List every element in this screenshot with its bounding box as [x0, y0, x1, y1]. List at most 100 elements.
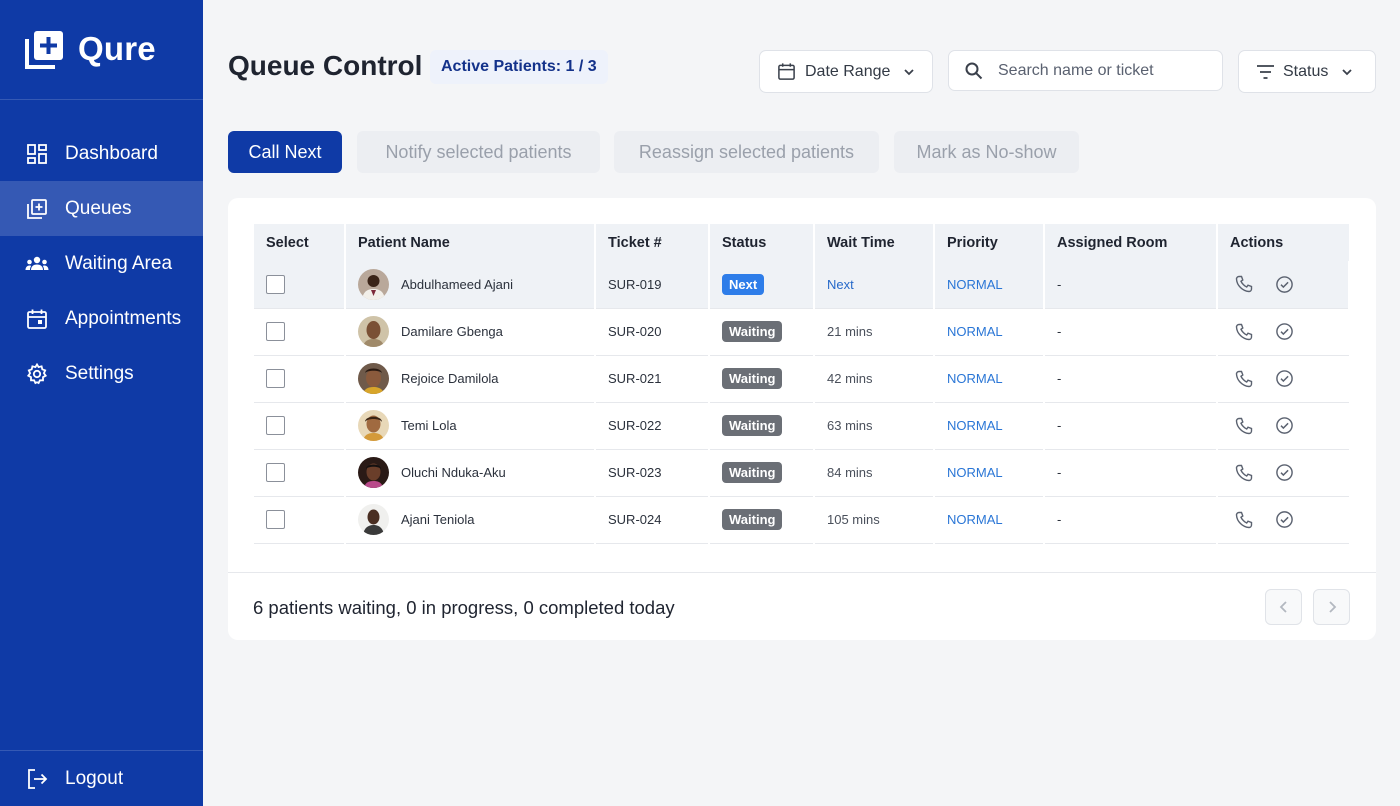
- avatar: [358, 504, 389, 535]
- sidebar: Qure Dashboard Queues Waiting Area Appoi…: [0, 0, 203, 806]
- row-checkbox[interactable]: [266, 416, 285, 435]
- check-circle-icon[interactable]: [1270, 506, 1298, 534]
- patient-name: Damilare Gbenga: [401, 324, 503, 339]
- avatar: [358, 363, 389, 394]
- table-row[interactable]: Damilare Gbenga SUR-020 Waiting 21 mins …: [254, 308, 1349, 355]
- column-header: Patient Name: [345, 224, 596, 261]
- sidebar-item-settings[interactable]: Settings: [0, 346, 203, 401]
- status-filter-label: Status: [1283, 62, 1329, 80]
- ticket-number: SUR-023: [595, 449, 710, 496]
- table-row[interactable]: Rejoice Damilola SUR-021 Waiting 42 mins…: [254, 355, 1349, 402]
- notify-selected-button[interactable]: Notify selected patients: [357, 131, 600, 173]
- table-row[interactable]: Ajani Teniola SUR-024 Waiting 105 mins N…: [254, 496, 1349, 543]
- ticket-number: SUR-024: [595, 496, 710, 543]
- wait-time: Next: [814, 261, 935, 308]
- check-circle-icon[interactable]: [1270, 365, 1298, 393]
- filter-icon: [1257, 64, 1274, 79]
- date-range-dropdown[interactable]: Date Range: [759, 50, 933, 93]
- sidebar-item-queues[interactable]: Queues: [0, 181, 203, 236]
- sidebar-item-appointments[interactable]: Appointments: [0, 291, 203, 346]
- sidebar-nav: Dashboard Queues Waiting Area Appointmen…: [0, 126, 203, 401]
- people-icon: [25, 252, 49, 276]
- page-title: Queue Control: [228, 50, 423, 81]
- check-circle-icon[interactable]: [1270, 270, 1298, 298]
- row-checkbox[interactable]: [266, 510, 285, 529]
- sidebar-item-waiting-area[interactable]: Waiting Area: [0, 236, 203, 291]
- prev-page-button[interactable]: [1265, 589, 1302, 625]
- chevron-left-icon: [1279, 601, 1287, 613]
- patient-name: Oluchi Nduka-Aku: [401, 465, 506, 480]
- column-header: Ticket #: [595, 224, 710, 261]
- chevron-right-icon: [1328, 601, 1336, 613]
- queue-plus-icon: [25, 31, 63, 69]
- sidebar-item-label: Appointments: [65, 307, 182, 329]
- patient-name: Abdulhameed Ajani: [401, 276, 514, 292]
- check-circle-icon[interactable]: [1270, 412, 1298, 440]
- row-checkbox[interactable]: [266, 274, 285, 294]
- table-row[interactable]: Temi Lola SUR-022 Waiting 63 mins NORMAL…: [254, 402, 1349, 449]
- assigned-room: -: [1044, 449, 1218, 496]
- patient-name: Temi Lola: [401, 418, 457, 433]
- call-next-button[interactable]: Call Next: [228, 131, 342, 173]
- phone-icon[interactable]: [1230, 270, 1258, 298]
- phone-icon[interactable]: [1230, 365, 1258, 393]
- priority: NORMAL: [934, 308, 1045, 355]
- logout-button[interactable]: Logout: [0, 750, 203, 806]
- status-badge: Waiting: [722, 509, 783, 530]
- row-checkbox[interactable]: [266, 463, 285, 482]
- phone-icon[interactable]: [1230, 506, 1258, 534]
- wait-time: 84 mins: [814, 449, 935, 496]
- phone-icon[interactable]: [1230, 318, 1258, 346]
- avatar: [358, 457, 389, 488]
- table-footer: 6 patients waiting, 0 in progress, 0 com…: [228, 572, 1376, 640]
- wait-time: 42 mins: [814, 355, 935, 402]
- table-row[interactable]: Oluchi Nduka-Aku SUR-023 Waiting 84 mins…: [254, 449, 1349, 496]
- sidebar-item-label: Settings: [65, 362, 134, 384]
- column-header: Select: [254, 224, 346, 261]
- search-input[interactable]: [998, 61, 1198, 80]
- ticket-number: SUR-022: [595, 402, 710, 449]
- patient-name: Ajani Teniola: [401, 512, 475, 527]
- status-badge: Waiting: [722, 321, 783, 342]
- row-checkbox[interactable]: [266, 369, 285, 388]
- column-header: Priority: [934, 224, 1045, 261]
- patient-name: Rejoice Damilola: [401, 371, 499, 386]
- queue-icon: [25, 197, 49, 221]
- reassign-selected-button[interactable]: Reassign selected patients: [614, 131, 879, 173]
- assigned-room: -: [1044, 402, 1218, 449]
- gear-icon: [25, 362, 49, 386]
- wait-time: 105 mins: [814, 496, 935, 543]
- status-badge: Next: [722, 273, 765, 295]
- search-icon: [965, 62, 983, 79]
- assigned-room: -: [1044, 261, 1218, 308]
- calendar-icon: [25, 307, 49, 331]
- sidebar-item-label: Queues: [65, 197, 132, 219]
- check-circle-icon[interactable]: [1270, 459, 1298, 487]
- priority: NORMAL: [934, 355, 1045, 402]
- date-range-label: Date Range: [805, 62, 891, 80]
- check-circle-icon[interactable]: [1270, 318, 1298, 346]
- priority: NORMAL: [934, 402, 1045, 449]
- ticket-number: SUR-019: [595, 261, 710, 308]
- ticket-number: SUR-021: [595, 355, 710, 402]
- ticket-number: SUR-020: [595, 308, 710, 355]
- status-badge: Waiting: [722, 462, 783, 483]
- search-box: [948, 50, 1223, 91]
- status-badge: Waiting: [722, 415, 783, 436]
- queue-card: Select Patient Name Ticket # Status Wait…: [228, 198, 1376, 640]
- logout-icon: [25, 767, 49, 791]
- brand: Qure: [0, 0, 203, 100]
- assigned-room: -: [1044, 496, 1218, 543]
- assigned-room: -: [1044, 355, 1218, 402]
- status-filter-dropdown[interactable]: Status: [1238, 50, 1376, 93]
- column-header: Status: [709, 224, 815, 261]
- next-page-button[interactable]: [1313, 589, 1350, 625]
- chevron-down-icon: [1342, 68, 1352, 75]
- phone-icon[interactable]: [1230, 412, 1258, 440]
- mark-no-show-button[interactable]: Mark as No-show: [894, 131, 1079, 173]
- table-row[interactable]: Abdulhameed Ajani SUR-019 Next Next NORM…: [254, 261, 1350, 308]
- row-checkbox[interactable]: [266, 322, 285, 341]
- active-patients-badge: Active Patients: 1 / 3: [430, 50, 608, 84]
- phone-icon[interactable]: [1230, 459, 1258, 487]
- sidebar-item-dashboard[interactable]: Dashboard: [0, 126, 203, 181]
